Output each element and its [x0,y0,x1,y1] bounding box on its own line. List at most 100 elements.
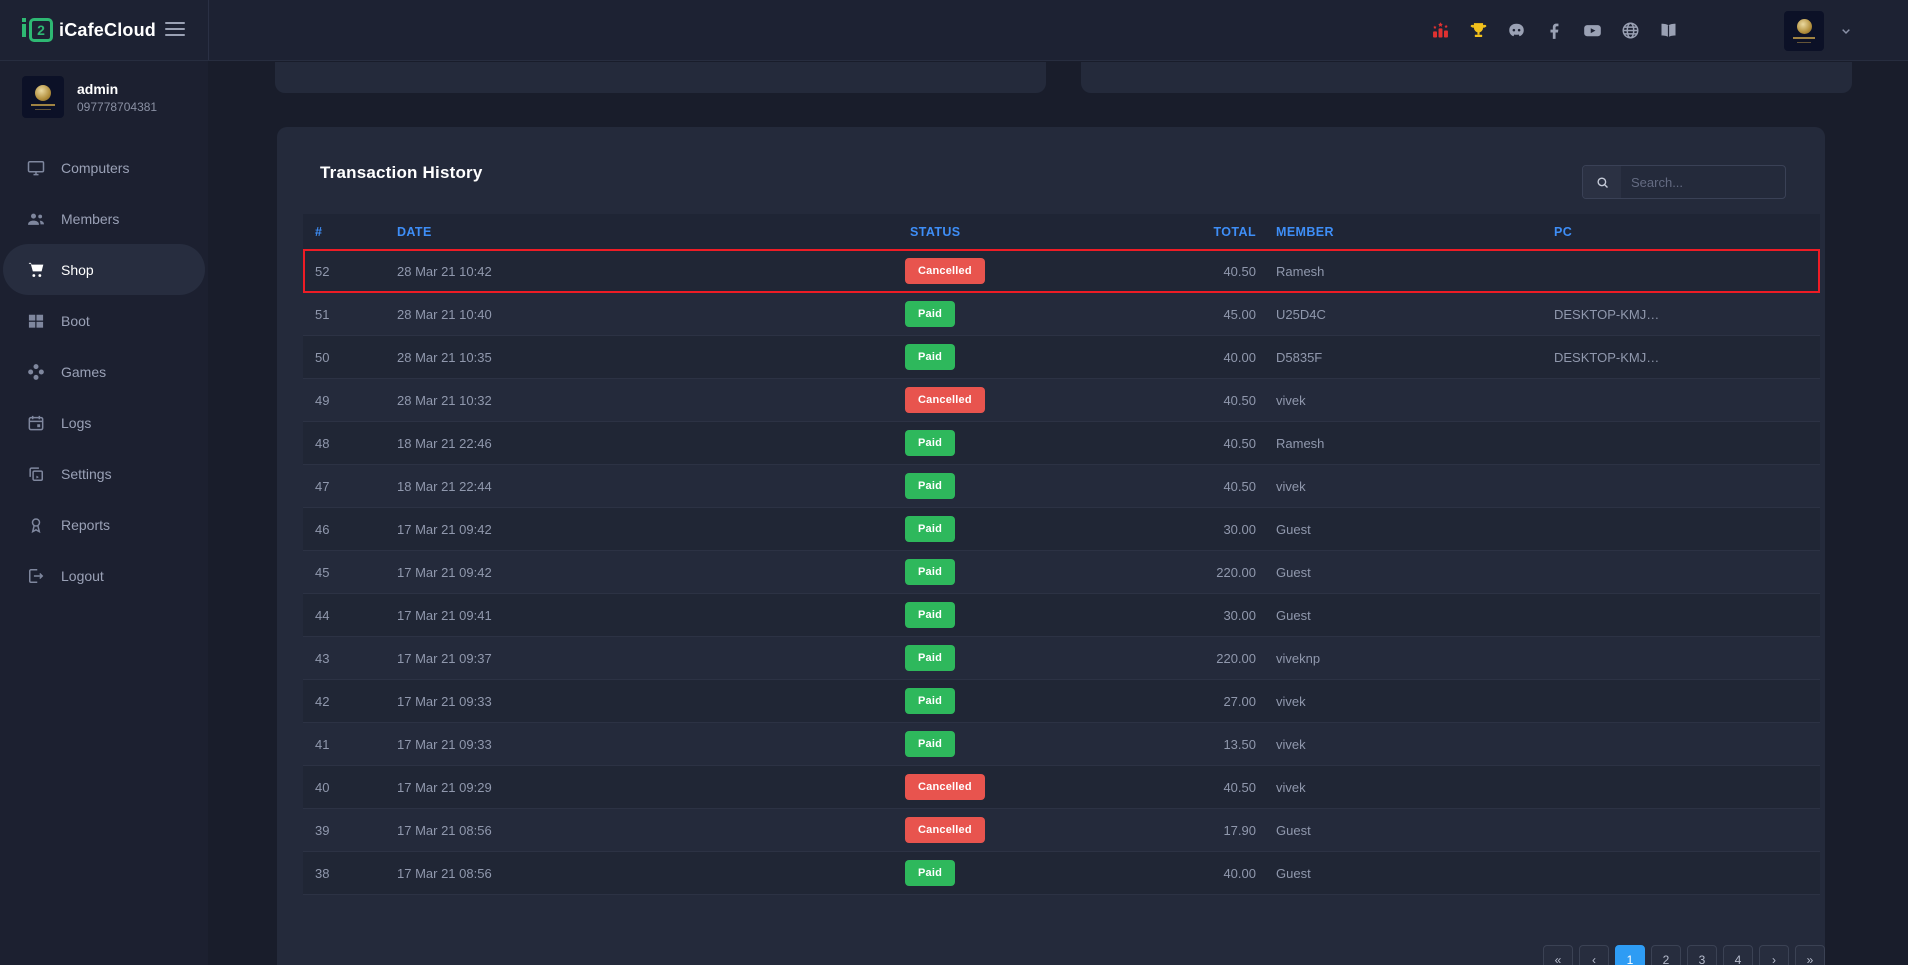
user-avatar[interactable] [1784,11,1824,51]
cell-total: 40.50 [1073,465,1256,508]
trophy-icon[interactable] [1468,20,1489,41]
chevron-down-icon[interactable] [1838,23,1854,39]
sidebar-item-boot[interactable]: Boot [0,295,208,346]
cell-total: 40.50 [1073,422,1256,465]
globe-icon[interactable] [1620,20,1641,41]
cell-total: 40.00 [1073,852,1256,895]
table-row[interactable]: 49 28 Mar 21 10:32 Cancelled 40.50 vivek [303,379,1820,422]
youtube-icon[interactable] [1582,20,1603,41]
table-row[interactable]: 46 17 Mar 21 09:42 Paid 30.00 Guest [303,508,1820,551]
status-badge: Cancelled [905,258,985,284]
cell-id: 44 [315,594,329,637]
page-button[interactable]: « [1543,945,1573,965]
cell-status: Paid [905,473,955,499]
cell-total: 27.00 [1073,680,1256,723]
search-icon[interactable] [1583,166,1621,198]
cell-total: 220.00 [1073,637,1256,680]
table-row[interactable]: 40 17 Mar 21 09:29 Cancelled 40.50 vivek [303,766,1820,809]
column-header-date: DATE [397,214,432,250]
cell-id: 48 [315,422,329,465]
page-button[interactable]: 2 [1651,945,1681,965]
transactions-table: # DATE STATUS TOTAL MEMBER PC 52 28 Mar … [303,214,1820,895]
cell-member: viveknp [1276,637,1320,680]
table-row[interactable]: 44 17 Mar 21 09:41 Paid 30.00 Guest [303,594,1820,637]
table-row[interactable]: 48 18 Mar 21 22:46 Paid 40.50 Ramesh [303,422,1820,465]
cell-id: 40 [315,766,329,809]
sidebar-item-members[interactable]: Members [0,193,208,244]
status-badge: Paid [905,688,955,714]
page-button[interactable]: 4 [1723,945,1753,965]
page-button[interactable]: 3 [1687,945,1717,965]
cell-date: 28 Mar 21 10:40 [397,293,492,336]
page-button[interactable]: › [1759,945,1789,965]
status-badge: Paid [905,430,955,456]
cell-total: 13.50 [1073,723,1256,766]
cell-total: 30.00 [1073,594,1256,637]
cell-status: Cancelled [905,258,985,284]
cell-member: Guest [1276,594,1311,637]
cell-date: 17 Mar 21 08:56 [397,809,492,852]
pagination: « ‹ 1234 › » [1543,945,1825,965]
table-row[interactable]: 39 17 Mar 21 08:56 Cancelled 17.90 Guest [303,809,1820,852]
table-row[interactable]: 50 28 Mar 21 10:35 Paid 40.00 D5835F DES… [303,336,1820,379]
sidebar-item-games[interactable]: Games [0,346,208,397]
hamburger-menu-icon[interactable] [165,22,185,40]
boot-windows-icon [26,311,46,331]
logo-mark-icon: 2 [29,18,53,42]
cell-id: 45 [315,551,329,594]
cell-id: 41 [315,723,329,766]
cell-member: Guest [1276,551,1311,594]
search-input[interactable] [1621,166,1786,198]
cell-member: Ramesh [1276,250,1324,293]
sidebar-item-logs[interactable]: Logs [0,397,208,448]
cell-member: Guest [1276,508,1311,551]
cell-id: 38 [315,852,329,895]
facebook-icon[interactable] [1544,20,1565,41]
cell-status: Cancelled [905,774,985,800]
cell-total: 40.50 [1073,379,1256,422]
page-button[interactable]: » [1795,945,1825,965]
sidebar-item-shop[interactable]: Shop [3,244,205,295]
page-button[interactable]: ‹ [1579,945,1609,965]
table-row[interactable]: 51 28 Mar 21 10:40 Paid 45.00 U25D4C DES… [303,293,1820,336]
cell-status: Paid [905,688,955,714]
cell-id: 39 [315,809,329,852]
logo-icon [22,24,26,37]
table-row[interactable]: 47 18 Mar 21 22:44 Paid 40.50 vivek [303,465,1820,508]
book-icon[interactable] [1658,20,1679,41]
cell-total: 40.00 [1073,336,1256,379]
table-row[interactable]: 42 17 Mar 21 09:33 Paid 27.00 vivek [303,680,1820,723]
discord-icon[interactable] [1506,20,1527,41]
cell-date: 17 Mar 21 09:41 [397,594,492,637]
page-title: Transaction History [320,163,483,183]
status-badge: Paid [905,645,955,671]
column-header-status: STATUS [910,214,961,250]
sidebar-item-computers[interactable]: Computers [0,142,208,193]
computers-icon [26,158,46,178]
user-name: admin [77,81,157,97]
cell-id: 43 [315,637,329,680]
cell-date: 28 Mar 21 10:32 [397,379,492,422]
sidebar-item-reports[interactable]: Reports [0,499,208,550]
members-icon [26,209,46,229]
table-row[interactable]: 45 17 Mar 21 09:42 Paid 220.00 Guest [303,551,1820,594]
leaderboard-icon[interactable] [1430,20,1451,41]
logout-icon [26,566,46,586]
cell-date: 17 Mar 21 09:33 [397,680,492,723]
top-card-left [275,62,1046,93]
sidebar-item-settings[interactable]: Settings [0,448,208,499]
table-row[interactable]: 38 17 Mar 21 08:56 Paid 40.00 Guest [303,852,1820,895]
cell-status: Paid [905,860,955,886]
table-body: 52 28 Mar 21 10:42 Cancelled 40.50 Rames… [303,250,1820,895]
table-row[interactable]: 52 28 Mar 21 10:42 Cancelled 40.50 Rames… [303,250,1820,293]
cell-id: 50 [315,336,329,379]
cell-member: Guest [1276,809,1311,852]
sidebar-user: admin 097778704381 [0,61,208,132]
cell-status: Paid [905,645,955,671]
table-row[interactable]: 41 17 Mar 21 09:33 Paid 13.50 vivek [303,723,1820,766]
table-row[interactable]: 43 17 Mar 21 09:37 Paid 220.00 viveknp [303,637,1820,680]
page-button[interactable]: 1 [1615,945,1645,965]
cell-status: Paid [905,602,955,628]
cell-date: 18 Mar 21 22:46 [397,422,492,465]
sidebar-item-logout[interactable]: Logout [0,550,208,601]
